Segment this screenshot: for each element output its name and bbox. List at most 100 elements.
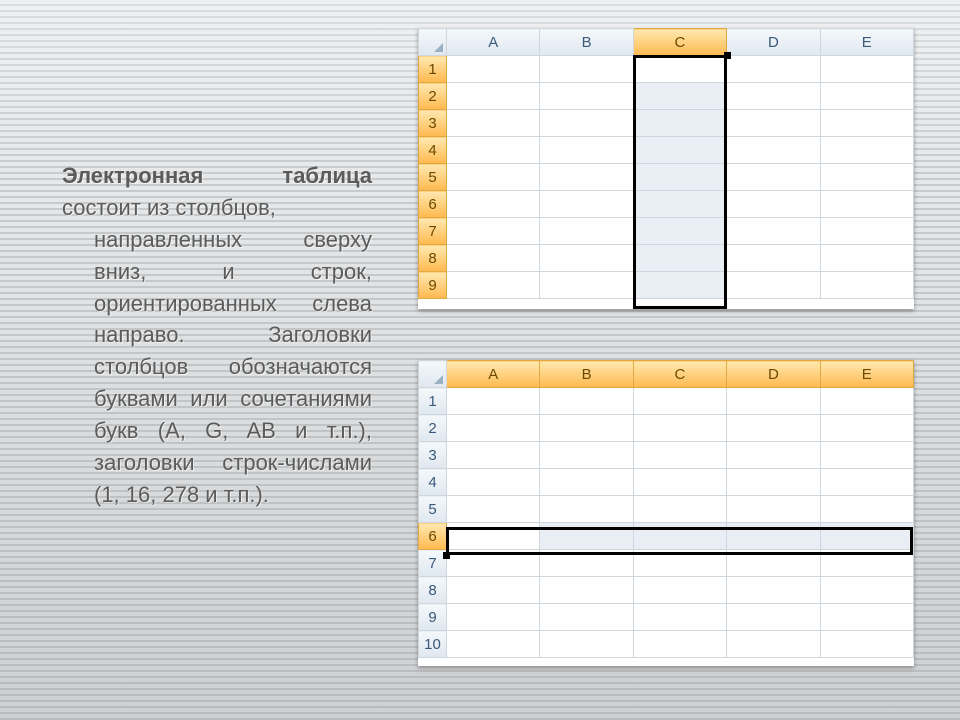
col-header-d[interactable]: D xyxy=(727,29,820,56)
cell[interactable] xyxy=(820,245,913,272)
row-header[interactable]: 8 xyxy=(419,577,447,604)
row-header[interactable]: 1 xyxy=(419,56,447,83)
cell-active[interactable] xyxy=(447,523,540,550)
col-header-b[interactable]: B xyxy=(540,29,633,56)
cell[interactable] xyxy=(727,164,820,191)
cell[interactable] xyxy=(633,577,726,604)
cell[interactable] xyxy=(727,218,820,245)
row-header[interactable]: 6 xyxy=(419,191,447,218)
cell[interactable] xyxy=(447,469,540,496)
row-header[interactable]: 7 xyxy=(419,218,447,245)
col-header-c[interactable]: C xyxy=(633,361,726,388)
cell[interactable] xyxy=(540,442,633,469)
cell[interactable] xyxy=(727,469,820,496)
row-header[interactable]: 4 xyxy=(419,137,447,164)
cell[interactable] xyxy=(633,523,726,550)
cell[interactable] xyxy=(540,388,633,415)
row-header[interactable]: 10 xyxy=(419,631,447,658)
cell[interactable] xyxy=(727,83,820,110)
row-header[interactable]: 2 xyxy=(419,415,447,442)
cell[interactable] xyxy=(540,550,633,577)
cell[interactable] xyxy=(447,245,540,272)
cell[interactable] xyxy=(727,110,820,137)
row-header[interactable]: 9 xyxy=(419,272,447,299)
cell[interactable] xyxy=(633,631,726,658)
cell[interactable] xyxy=(727,550,820,577)
cell[interactable] xyxy=(820,631,913,658)
cell[interactable] xyxy=(633,469,726,496)
cell[interactable] xyxy=(727,442,820,469)
cell[interactable] xyxy=(540,137,633,164)
cell[interactable] xyxy=(447,137,540,164)
row-header[interactable]: 9 xyxy=(419,604,447,631)
cell[interactable] xyxy=(820,496,913,523)
cell[interactable] xyxy=(727,56,820,83)
row-header[interactable]: 5 xyxy=(419,496,447,523)
cell[interactable] xyxy=(540,415,633,442)
cell[interactable] xyxy=(820,469,913,496)
cell[interactable] xyxy=(447,577,540,604)
cell[interactable] xyxy=(727,496,820,523)
select-all-corner[interactable] xyxy=(419,29,447,56)
cell[interactable] xyxy=(727,604,820,631)
cell[interactable] xyxy=(540,631,633,658)
cell[interactable] xyxy=(447,415,540,442)
col-header-c[interactable]: C xyxy=(633,29,726,56)
col-header-e[interactable]: E xyxy=(820,29,913,56)
cell[interactable] xyxy=(727,577,820,604)
row-header[interactable]: 7 xyxy=(419,550,447,577)
cell[interactable] xyxy=(447,164,540,191)
cell[interactable] xyxy=(540,496,633,523)
cell[interactable] xyxy=(633,272,726,299)
grid-top[interactable]: A B C D E 1 2 3 4 5 6 7 8 9 xyxy=(418,28,914,299)
col-header-a[interactable]: A xyxy=(447,361,540,388)
cell[interactable] xyxy=(633,496,726,523)
cell[interactable] xyxy=(447,218,540,245)
row-header[interactable]: 1 xyxy=(419,388,447,415)
cell[interactable] xyxy=(447,442,540,469)
col-header-e[interactable]: E xyxy=(820,361,913,388)
cell[interactable] xyxy=(540,577,633,604)
col-header-d[interactable]: D xyxy=(727,361,820,388)
cell[interactable] xyxy=(633,245,726,272)
cell[interactable] xyxy=(727,272,820,299)
cell[interactable] xyxy=(633,164,726,191)
cell[interactable] xyxy=(633,83,726,110)
cell-active[interactable] xyxy=(633,56,726,83)
cell[interactable] xyxy=(633,388,726,415)
row-header-selected[interactable]: 6 xyxy=(419,523,447,550)
cell[interactable] xyxy=(633,110,726,137)
cell[interactable] xyxy=(820,164,913,191)
row-header[interactable]: 3 xyxy=(419,442,447,469)
cell[interactable] xyxy=(820,442,913,469)
cell[interactable] xyxy=(820,604,913,631)
cell[interactable] xyxy=(540,604,633,631)
cell[interactable] xyxy=(540,469,633,496)
cell[interactable] xyxy=(540,523,633,550)
cell[interactable] xyxy=(820,83,913,110)
cell[interactable] xyxy=(820,137,913,164)
row-header[interactable]: 5 xyxy=(419,164,447,191)
cell[interactable] xyxy=(727,191,820,218)
cell[interactable] xyxy=(540,110,633,137)
cell[interactable] xyxy=(633,442,726,469)
cell[interactable] xyxy=(727,415,820,442)
cell[interactable] xyxy=(633,604,726,631)
cell[interactable] xyxy=(727,137,820,164)
cell[interactable] xyxy=(820,415,913,442)
col-header-a[interactable]: A xyxy=(447,29,540,56)
cell[interactable] xyxy=(447,56,540,83)
row-header[interactable]: 3 xyxy=(419,110,447,137)
cell[interactable] xyxy=(447,550,540,577)
cell[interactable] xyxy=(447,83,540,110)
cell[interactable] xyxy=(447,388,540,415)
cell[interactable] xyxy=(727,388,820,415)
cell[interactable] xyxy=(447,191,540,218)
cell[interactable] xyxy=(447,272,540,299)
cell[interactable] xyxy=(447,496,540,523)
cell[interactable] xyxy=(540,272,633,299)
cell[interactable] xyxy=(540,56,633,83)
cell[interactable] xyxy=(820,550,913,577)
cell[interactable] xyxy=(820,110,913,137)
grid-bottom[interactable]: A B C D E 1 2 3 4 5 6 7 8 9 10 xyxy=(418,360,914,658)
